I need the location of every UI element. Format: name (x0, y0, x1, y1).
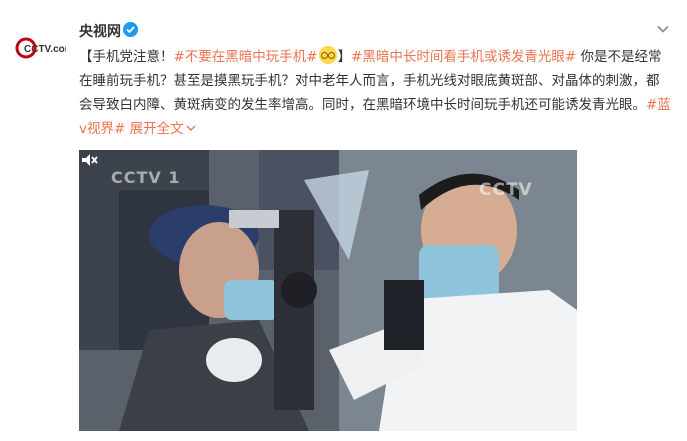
expand-label: 展开全文 (129, 121, 184, 137)
mute-icon[interactable] (79, 150, 99, 170)
video-watermark-right: CCTV (479, 180, 533, 200)
hashtag-link-glaucoma[interactable]: #黑暗中长时间看手机或诱发青光眼# (351, 49, 576, 65)
author-name[interactable]: 央视网 (79, 21, 121, 41)
avatar-logo-text: CCTV.com (24, 44, 66, 55)
weibo-post-card: CCTV.com 央视网 【手机党注意！#不要在黑暗中玩手机# 】#黑暗中长时间看… (0, 0, 687, 441)
bracket-open: 【 (79, 49, 93, 65)
chevron-down-icon (186, 125, 196, 131)
author-avatar[interactable]: CCTV.com (14, 35, 66, 63)
glasses-emoji-icon (318, 46, 337, 64)
verified-icon (123, 22, 138, 37)
hashtag-link-dark-phone[interactable]: #不要在黑暗中玩手机# (174, 49, 318, 65)
expand-full-text-link[interactable]: 展开全文 (130, 121, 196, 137)
video-watermark-left: CCTV 1 (111, 168, 181, 187)
bracket-close: 】 (337, 49, 352, 65)
post-lead: 手机党注意！ (92, 49, 174, 65)
post-text: 【手机党注意！#不要在黑暗中玩手机# 】#黑暗中长时间看手机或诱发青光眼# 你是不… (79, 45, 671, 141)
video-player[interactable]: CCTV 1 CCTV (79, 150, 577, 431)
chevron-down-icon[interactable] (656, 22, 670, 36)
